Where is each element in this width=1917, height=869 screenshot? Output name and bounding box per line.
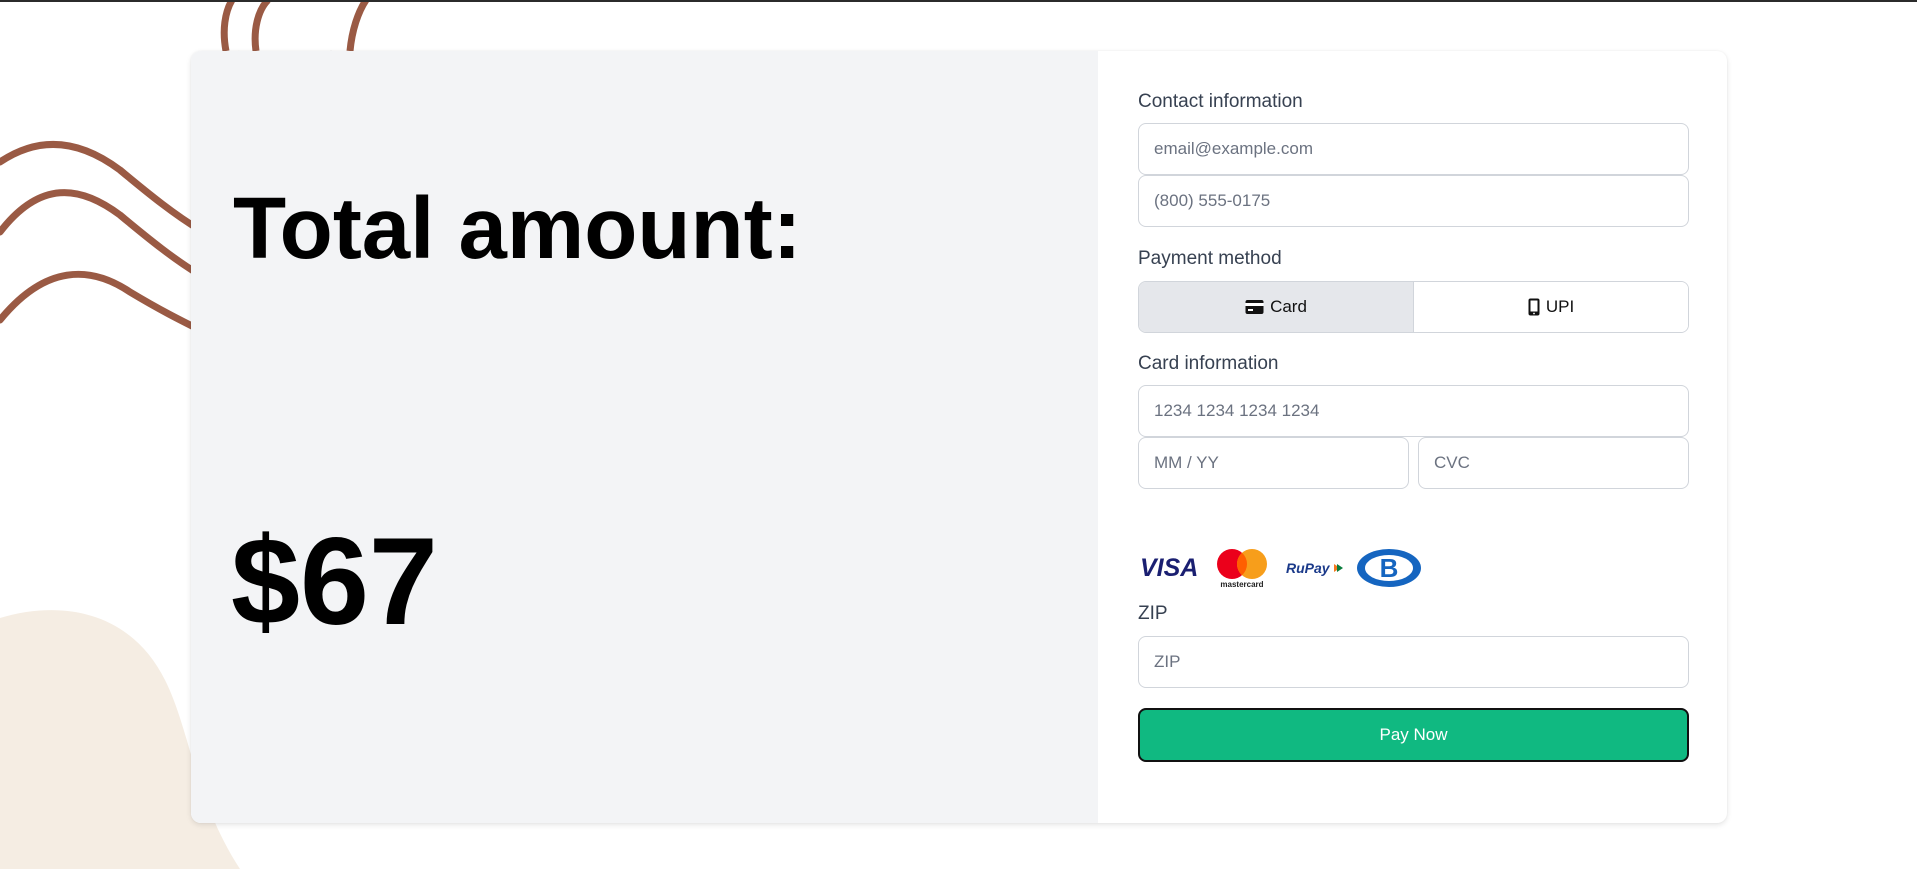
payment-method-upi-button[interactable]: UPI xyxy=(1413,282,1688,332)
payment-method-card-button[interactable]: Card xyxy=(1139,282,1413,332)
email-field[interactable] xyxy=(1138,123,1689,175)
payment-method-card-label: Card xyxy=(1270,297,1307,316)
credit-card-icon xyxy=(1245,300,1264,314)
pay-now-button[interactable]: Pay Now xyxy=(1138,708,1689,762)
zip-label: ZIP xyxy=(1138,603,1168,624)
phone-field[interactable] xyxy=(1138,175,1689,227)
decor-waves xyxy=(0,140,204,334)
bank-logo: B xyxy=(1357,549,1421,587)
total-amount-label: Total amount: xyxy=(233,180,802,277)
zip-field[interactable] xyxy=(1138,636,1689,688)
payment-method-toggle: Card UPI xyxy=(1138,281,1689,333)
svg-text:B: B xyxy=(1380,553,1399,583)
card-information-label: Card information xyxy=(1138,353,1279,374)
visa-logo: VISA xyxy=(1140,554,1198,582)
decor-arcs xyxy=(220,0,369,52)
card-number-field[interactable] xyxy=(1138,385,1689,437)
payment-method-upi-label: UPI xyxy=(1545,297,1575,316)
rupay-logo: RuPay xyxy=(1286,560,1343,576)
svg-text:RuPay: RuPay xyxy=(1286,560,1331,576)
card-cvc-field[interactable] xyxy=(1418,437,1689,489)
payment-method-label: Payment method xyxy=(1138,248,1282,269)
checkout-card: Total amount: $67 Contact information Pa… xyxy=(191,51,1727,823)
mastercard-logo: mastercard xyxy=(1217,549,1267,588)
total-amount-value: $67 xyxy=(231,513,438,651)
svg-text:VISA: VISA xyxy=(1140,554,1198,582)
top-border xyxy=(0,0,1917,2)
contact-information-label: Contact information xyxy=(1138,91,1303,112)
card-expiry-field[interactable] xyxy=(1138,437,1409,489)
svg-text:mastercard: mastercard xyxy=(1220,580,1263,588)
mobile-phone-icon xyxy=(1528,298,1540,316)
order-summary-panel: Total amount: $67 xyxy=(191,51,1098,823)
card-brand-logos: VISA mastercard RuPay B xyxy=(1138,548,1422,588)
payment-form: Contact information Payment method Card … xyxy=(1098,51,1727,823)
